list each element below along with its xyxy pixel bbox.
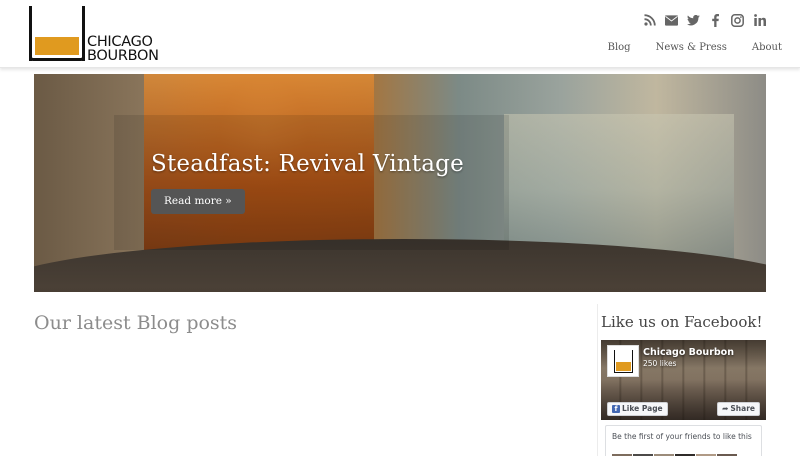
- blog-posts-heading: Our latest Blog posts: [34, 312, 238, 334]
- glass-liquid: [35, 37, 79, 55]
- sidebar-divider: [597, 304, 598, 456]
- nav-news-press[interactable]: News & Press: [656, 42, 727, 53]
- facebook-page-avatar[interactable]: [607, 345, 639, 377]
- site-logo[interactable]: CHICAGO BOURBON: [29, 6, 159, 64]
- facebook-icon[interactable]: [709, 11, 722, 29]
- facebook-like-count: 250 likes: [643, 359, 677, 368]
- bourbon-glass-icon: [614, 350, 633, 373]
- facebook-friends-box: Be the first of your friends to like thi…: [605, 425, 762, 456]
- hero-title[interactable]: Steadfast: Revival Vintage: [151, 151, 464, 177]
- nav-about[interactable]: About: [752, 42, 782, 53]
- facebook-share-label: Share: [730, 404, 755, 413]
- instagram-icon[interactable]: [731, 11, 744, 29]
- linkedin-icon[interactable]: [753, 11, 766, 29]
- facebook-like-page-button[interactable]: f Like Page: [607, 402, 668, 416]
- hero-caption-box: [114, 115, 509, 250]
- facebook-share-button[interactable]: ➦ Share: [717, 402, 760, 416]
- facebook-heading: Like us on Facebook!: [601, 313, 763, 331]
- bourbon-glass-icon: [29, 6, 85, 61]
- social-links: [643, 11, 766, 29]
- nav-blog[interactable]: Blog: [608, 42, 631, 53]
- glass-liquid: [616, 362, 631, 371]
- rss-icon[interactable]: [643, 11, 656, 29]
- facebook-page-widget[interactable]: Chicago Bourbon 250 likes f Like Page ➦ …: [601, 340, 766, 420]
- share-icon: ➦: [722, 404, 729, 413]
- facebook-icon: f: [612, 405, 620, 413]
- read-more-button[interactable]: Read more »: [151, 189, 245, 214]
- facebook-page-name[interactable]: Chicago Bourbon: [643, 347, 734, 358]
- facebook-friends-text: Be the first of your friends to like thi…: [612, 432, 752, 441]
- twitter-icon[interactable]: [687, 11, 700, 29]
- logo-text-line2: BOURBON: [87, 48, 159, 64]
- hero-slider[interactable]: Steadfast: Revival Vintage Read more »: [34, 74, 766, 292]
- main-nav: Blog News & Press About: [608, 42, 782, 53]
- envelope-icon[interactable]: [665, 11, 678, 29]
- facebook-like-page-label: Like Page: [622, 404, 663, 413]
- site-header: CHICAGO BOURBON Blog News & Press About: [0, 0, 800, 68]
